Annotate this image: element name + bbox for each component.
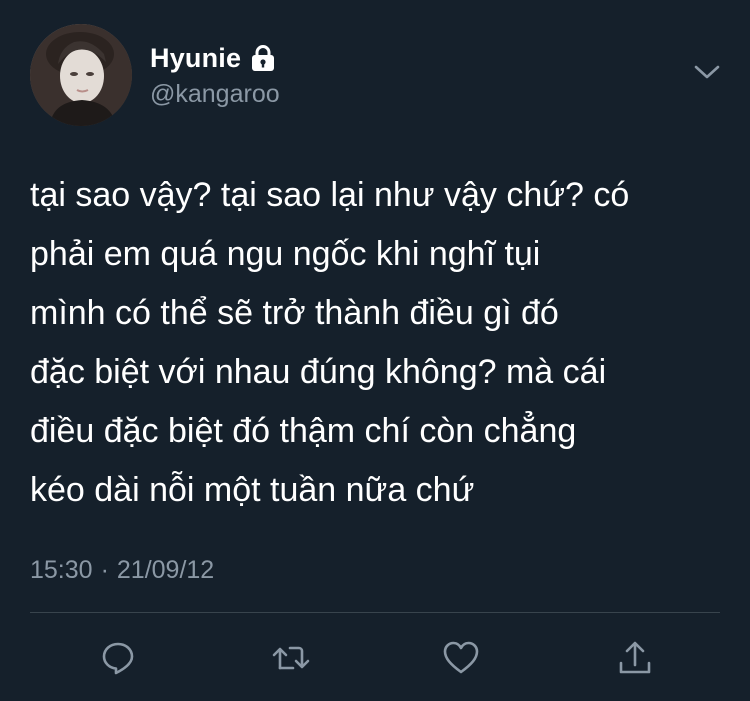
user-handle[interactable]: @kangaroo xyxy=(150,80,280,109)
retweet-icon xyxy=(271,640,311,676)
action-bar xyxy=(0,630,750,686)
reply-icon xyxy=(100,640,136,676)
divider xyxy=(30,612,720,613)
tweet-text: tại sao vậy? tại sao lại như vậy chứ? có… xyxy=(30,176,630,509)
tweet-timestamp[interactable]: 15:30 · 21/09/12 xyxy=(30,556,214,585)
avatar[interactable] xyxy=(30,24,132,126)
display-name[interactable]: Hyunie xyxy=(150,43,241,74)
tweet-card: Hyunie @kangaroo tại sao vậy? tại sao lạ… xyxy=(0,0,750,701)
reply-button[interactable] xyxy=(90,630,146,686)
share-icon xyxy=(617,639,653,677)
lock-icon xyxy=(250,44,276,72)
share-button[interactable] xyxy=(607,630,663,686)
retweet-button[interactable] xyxy=(263,630,319,686)
meta-separator: · xyxy=(100,556,109,584)
tweet-date: 21/09/12 xyxy=(116,556,215,584)
display-name-row: Hyunie xyxy=(150,40,276,76)
like-button[interactable] xyxy=(433,630,489,686)
chevron-down-icon[interactable] xyxy=(693,62,721,82)
heart-icon xyxy=(442,640,480,676)
tweet-time: 15:30 xyxy=(30,556,93,584)
